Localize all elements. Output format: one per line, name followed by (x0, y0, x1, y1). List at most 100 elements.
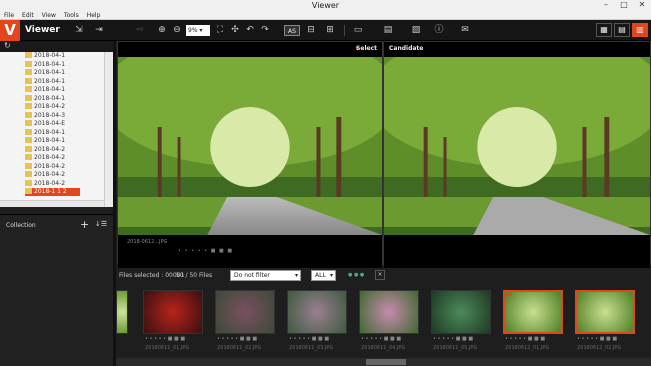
filmstrip-icon[interactable]: ▤ (382, 24, 394, 37)
tree-item[interactable]: 2018-04-1 (25, 69, 80, 77)
thumb-caption: 20180611_01.JPG (145, 345, 190, 351)
tree-item[interactable]: 2018-04-E (25, 120, 80, 128)
menu-file[interactable]: File (4, 11, 14, 20)
thumb-rating[interactable]: • • • • • ■ ■ ■ (289, 336, 329, 342)
filter-reset-icon[interactable]: × (375, 270, 385, 280)
tree-item-label: 2018-04-2 (34, 171, 66, 178)
tree-item[interactable]: 2018-04-2 (25, 145, 80, 154)
menu-edit[interactable]: Edit (22, 11, 34, 20)
folder-icon (25, 188, 32, 194)
zoom-in-icon[interactable]: ⊕ (157, 24, 167, 37)
compare-icon[interactable]: ⊟ (305, 24, 317, 37)
rotate-left-icon[interactable]: ↶ (245, 24, 255, 37)
thumb-rating[interactable]: • • • • • ■ ■ ■ (577, 336, 617, 342)
tree-item[interactable]: 2018-04-2 (25, 162, 80, 171)
strip-scroll-thumb[interactable] (366, 359, 406, 365)
rating-value: ALL (315, 272, 326, 279)
rating-select[interactable]: ALL ▾ (311, 270, 336, 281)
thumb-rating[interactable]: • • • • • ■ ■ ■ (505, 336, 545, 342)
tree-item-label: 2018-04-1 (34, 86, 66, 93)
candidate-pane[interactable]: Candidate (383, 41, 651, 276)
import-icon[interactable]: ⇲ (73, 24, 85, 37)
grid-layout-icon[interactable]: ▦ (596, 23, 612, 37)
tree-item[interactable]: 2018-04-2 (25, 103, 80, 111)
thumb-rating[interactable]: • • • • • ■ ■ ■ (433, 336, 473, 342)
filter-select[interactable]: Do not filter ▾ (230, 270, 301, 281)
tree-item-label: 2018-04-1 (34, 137, 66, 144)
tree-item-label: 2018-04-2 (34, 145, 66, 153)
zoom-out-icon[interactable]: ⊖ (172, 24, 182, 37)
tree-item-label: 2018-04-1 (34, 77, 66, 85)
thumb-caption: 20180612_01.JPG (505, 345, 550, 351)
tree-scrollbar[interactable] (104, 52, 113, 207)
list-layout-icon[interactable]: ▤ (614, 23, 630, 37)
image-icon[interactable]: ▨ (410, 24, 422, 37)
select-pane[interactable]: ★ Select 2018-0612...JPG • • • • • ■ ■ ■ (117, 41, 383, 276)
minimize-button[interactable]: – (597, 0, 615, 11)
tree-item[interactable]: 2018-04-1 (25, 94, 80, 103)
tree-item[interactable]: 2018-04-2 (25, 171, 80, 179)
thumb-red-flowers[interactable] (143, 290, 203, 334)
thumb-rating[interactable]: • • • • • ■ ■ ■ (361, 336, 401, 342)
split-icon[interactable]: ⊞ (324, 24, 336, 37)
folder-icon (25, 111, 32, 118)
tree-item-label: 2018-04-1 (34, 94, 66, 102)
thumb-partial[interactable] (116, 290, 128, 334)
tree-item[interactable]: 2018-04-1 (25, 137, 80, 145)
app-logo: V (0, 20, 20, 41)
sort-icon[interactable]: ↓☰ (95, 220, 107, 228)
tree-header: ↻ (0, 41, 113, 52)
title-bar: Viewer – □ ✕ (0, 0, 651, 11)
thumb-forest-road-select[interactable]: ★ (503, 290, 563, 334)
thumb-caption: 20180611_05.JPG (433, 345, 478, 351)
folder-icon (25, 52, 32, 58)
menu-help[interactable]: Help (87, 11, 101, 20)
strip-scrollbar[interactable] (116, 358, 651, 366)
tree-item[interactable]: 2018-04-1 (25, 77, 80, 86)
collection-label: Collection (6, 222, 36, 229)
tree-item[interactable]: 2018-04-2 (25, 179, 80, 188)
thumb-pink-flowers[interactable] (359, 290, 419, 334)
thumb-dandelion-seeds[interactable] (287, 290, 347, 334)
panel-icon[interactable]: ▭ (352, 24, 364, 37)
tree-item[interactable]: 2018-04-1 (25, 86, 80, 94)
thumb-dandelion-blur[interactable] (215, 290, 275, 334)
thumb-caption: 20180611_02.JPG (217, 345, 262, 351)
folder-icon (25, 137, 32, 143)
maximize-button[interactable]: □ (615, 0, 633, 11)
candidate-photo (384, 57, 650, 276)
thumb-rating[interactable]: • • • • • ■ ■ ■ (145, 336, 185, 342)
thumb-rating[interactable]: • • • • • ■ ■ ■ (217, 336, 257, 342)
zoom-select[interactable]: 9% ▾ (186, 25, 210, 36)
select-star-icon: ★ (507, 291, 514, 299)
thumb-green-bokeh[interactable] (431, 290, 491, 334)
menu-tools[interactable]: Tools (64, 11, 79, 20)
info-icon[interactable]: ⓘ (433, 24, 445, 37)
refresh-icon[interactable]: ↻ (4, 41, 11, 50)
tree-item[interactable]: 2018-04-3 (25, 111, 80, 120)
tree-item[interactable]: 2018-1 1 2 (25, 188, 80, 196)
compare-layout-icon[interactable]: ▥ (632, 23, 648, 37)
tree-item[interactable]: 2018-04-2 (25, 154, 80, 162)
rotate-right-icon[interactable]: ↷ (260, 24, 270, 37)
filter-bar: Files selected : 00001 50 / 50 Files Do … (116, 268, 651, 283)
tree-item[interactable]: 2018-04-1 (25, 60, 80, 69)
menu-view[interactable]: View (42, 11, 56, 20)
color-label-dots[interactable]: ● ● ● (348, 268, 364, 283)
tree-hscrollbar[interactable] (0, 200, 104, 207)
actual-size-icon[interactable]: ✣ (230, 24, 240, 37)
tree-item[interactable]: 2018-04-1 (25, 128, 80, 137)
thumb-caption: 20180611_04.JPG (361, 345, 406, 351)
close-button[interactable]: ✕ (633, 0, 651, 11)
export-icon[interactable]: ⇥ (93, 24, 105, 37)
thumb-caption: 20180611_03.JPG (289, 345, 334, 351)
send-icon[interactable]: ⇨ (134, 24, 146, 37)
auto-size-button[interactable]: AS (284, 25, 300, 36)
select-rating[interactable]: • • • • • ■ ■ ■ (178, 248, 233, 254)
folder-icon (25, 128, 32, 135)
fit-icon[interactable]: ⛶ (215, 24, 225, 37)
mail-icon[interactable]: ✉ (459, 24, 471, 37)
thumb-forest-road-candidate[interactable] (575, 290, 635, 334)
add-collection-icon[interactable]: + (80, 218, 89, 231)
tree-item[interactable]: 2018-04-1 (25, 52, 80, 60)
